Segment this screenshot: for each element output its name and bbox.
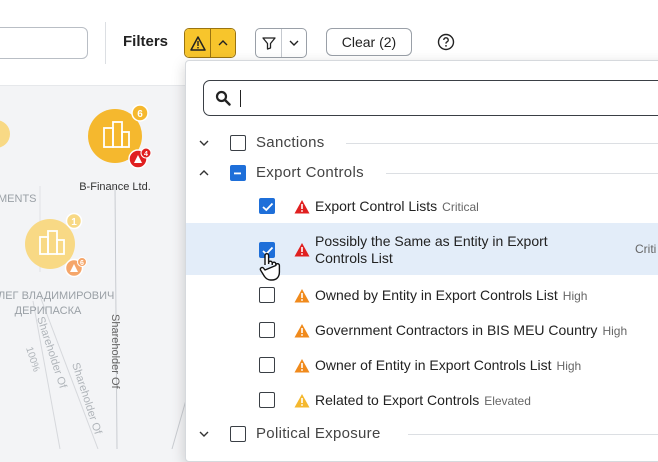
entity-graph: MENTS 6 4 B-Finance Ltd. 1 6 ЛЕГ ВЛАДИМИ… [0,104,190,449]
elevated-warning-icon [294,394,310,408]
hand-pointer-cursor-icon [259,253,281,281]
filter-item-label: Related to Export Controls Elevated [315,392,531,408]
entity-node-label: B-Finance Ltd. [79,181,151,193]
filter-item-related-to-export-controls[interactable]: Related to Export Controls Elevated [186,388,658,412]
question-circle-icon[interactable] [437,33,455,51]
filter-search-input[interactable] [203,80,658,116]
filters-label: Filters [123,33,169,50]
chevron-down-icon[interactable] [197,136,211,150]
graph-search-input[interactable] [0,27,88,59]
filter-item-government-contractors[interactable]: Government Contractors in BIS MEU Countr… [186,318,658,342]
group-row-sanctions[interactable]: Sanctions [186,131,658,155]
checkbox[interactable] [259,322,275,338]
checkbox[interactable] [259,287,275,303]
severity-tag: High [556,359,582,373]
entity-node-partial[interactable] [0,120,10,148]
high-warning-icon [294,289,310,303]
edge-share-label: 100% [23,346,41,374]
chevron-up-icon[interactable] [210,29,235,57]
warning-triangle-icon[interactable] [185,29,210,57]
person-node-label-line2: ДЕРИПАСКА [15,305,82,317]
funnel-filter-toggle[interactable] [255,28,307,58]
severity-tag: Criti [635,242,657,256]
checkbox[interactable] [259,392,275,408]
severity-tag: Elevated [484,394,531,408]
group-divider [408,434,658,435]
checkbox-export-controls[interactable] [230,165,246,181]
clear-filters-button[interactable]: Clear (2) [326,28,412,56]
alert-count-text: 6 [80,260,84,267]
filter-item-export-control-lists[interactable]: Export Control Lists Critical [186,194,658,218]
group-divider [386,173,658,174]
severity-tag: High [602,324,628,338]
entity-node-partial-label: MENTS [0,193,37,205]
critical-warning-icon [294,200,310,214]
entity-node-faded[interactable]: 1 6 [25,212,87,278]
severity-tag: High [562,289,588,303]
severity-tag: Critical [442,200,479,214]
filter-item-label: Government Contractors in BIS MEU Countr… [315,322,628,338]
filter-item-label: Export Control Lists Critical [315,198,479,214]
group-divider [346,143,658,144]
chevron-down-icon[interactable] [197,427,211,441]
checkbox[interactable] [259,357,275,373]
risk-filter-dropdown: Sanctions Export Controls Export Control… [185,60,658,462]
group-label: Sanctions [256,134,325,151]
filter-item-label: Owner of Entity in Export Controls List H… [315,357,582,373]
group-row-export-controls[interactable]: Export Controls [186,161,658,185]
label-line: Controls List [315,250,393,266]
checkbox-sanctions[interactable] [230,135,246,151]
filter-item-owned-by-entity[interactable]: Owned by Entity in Export Controls List H… [186,283,658,307]
search-icon [215,90,231,106]
filter-item-label: Possibly the Same as Entity in Export Co… [315,233,548,267]
group-label: Political Exposure [256,425,381,442]
checkbox[interactable] [259,198,275,214]
entity-node-b-finance[interactable]: 6 4 B-Finance Ltd. [79,104,152,193]
label-line: Possibly the Same as Entity in Export [315,233,548,249]
critical-warning-icon [294,243,310,257]
chevron-down-icon[interactable] [281,29,306,57]
high-warning-icon [294,359,310,373]
count-badge-text: 1 [71,217,77,228]
funnel-icon[interactable] [256,29,281,57]
group-label: Export Controls [256,164,364,181]
edge-label: Shareholder Of [109,314,121,390]
count-badge-text: 6 [137,109,143,120]
text-caret [240,90,241,107]
checkbox-political-exposure[interactable] [230,426,246,442]
filter-item-owner-of-entity[interactable]: Owner of Entity in Export Controls List H… [186,353,658,377]
edge-label: Shareholder Of [69,361,104,437]
group-row-political-exposure[interactable]: Political Exposure [186,422,658,446]
risk-filter-toggle[interactable] [184,28,236,58]
person-node-label-line1: ЛЕГ ВЛАДИМИРОВИЧ [0,290,114,302]
chevron-up-icon[interactable] [197,166,211,180]
alert-count-text: 4 [144,151,148,158]
high-warning-icon [294,324,310,338]
toolbar-divider [105,22,106,64]
filter-item-label: Owned by Entity in Export Controls List H… [315,287,588,303]
